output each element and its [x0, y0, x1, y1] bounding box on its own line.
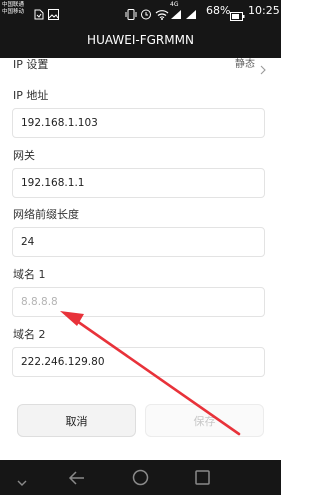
ip-setting-label: IP 设置 [13, 58, 49, 71]
ip-address-label: IP 地址 [13, 89, 49, 102]
carrier-info: 中国联通 中国移动 [2, 2, 32, 16]
navigation-bar [0, 460, 281, 495]
save-button[interactable]: 保存 [145, 404, 264, 437]
page-title: HUAWEI-FGRMMN [87, 33, 194, 47]
ip-setting-value: 静态 [235, 59, 255, 70]
dns2-field[interactable]: 222.246.129.80 [12, 347, 265, 377]
dns1-field[interactable]: 8.8.8.8 [12, 287, 265, 317]
home-icon[interactable] [132, 469, 149, 490]
dns1-label: 域名 1 [13, 268, 46, 281]
chevron-down-icon[interactable] [16, 473, 28, 492]
ip-address-field[interactable]: 192.168.1.103 [12, 108, 265, 138]
ip-setting-selector[interactable]: IP 设置 静态 [0, 58, 281, 75]
title-bar: HUAWEI-FGRMMN [0, 22, 281, 58]
gateway-field[interactable]: 192.168.1.1 [12, 168, 265, 198]
wifi-settings-form: IP 设置 静态 IP 地址 192.168.1.103 网关 192.168.… [0, 58, 281, 460]
back-icon[interactable] [68, 470, 86, 490]
recents-icon[interactable] [195, 470, 210, 489]
status-bar: 中国联通 中国移动 4G 68% 10:25 [0, 0, 281, 22]
dns2-label: 域名 2 [13, 328, 46, 341]
gateway-label: 网关 [13, 149, 35, 162]
chevron-right-icon [260, 60, 266, 79]
clock: 10:25 [248, 4, 280, 17]
carrier-line-1: 中国联通 [2, 2, 25, 8]
battery-percent: 68% [206, 4, 231, 17]
cancel-button[interactable]: 取消 [17, 404, 136, 437]
prefix-length-field[interactable]: 24 [12, 227, 265, 257]
prefix-length-label: 网络前缀长度 [13, 208, 79, 221]
carrier-line-2: 中国移动 [2, 9, 25, 15]
